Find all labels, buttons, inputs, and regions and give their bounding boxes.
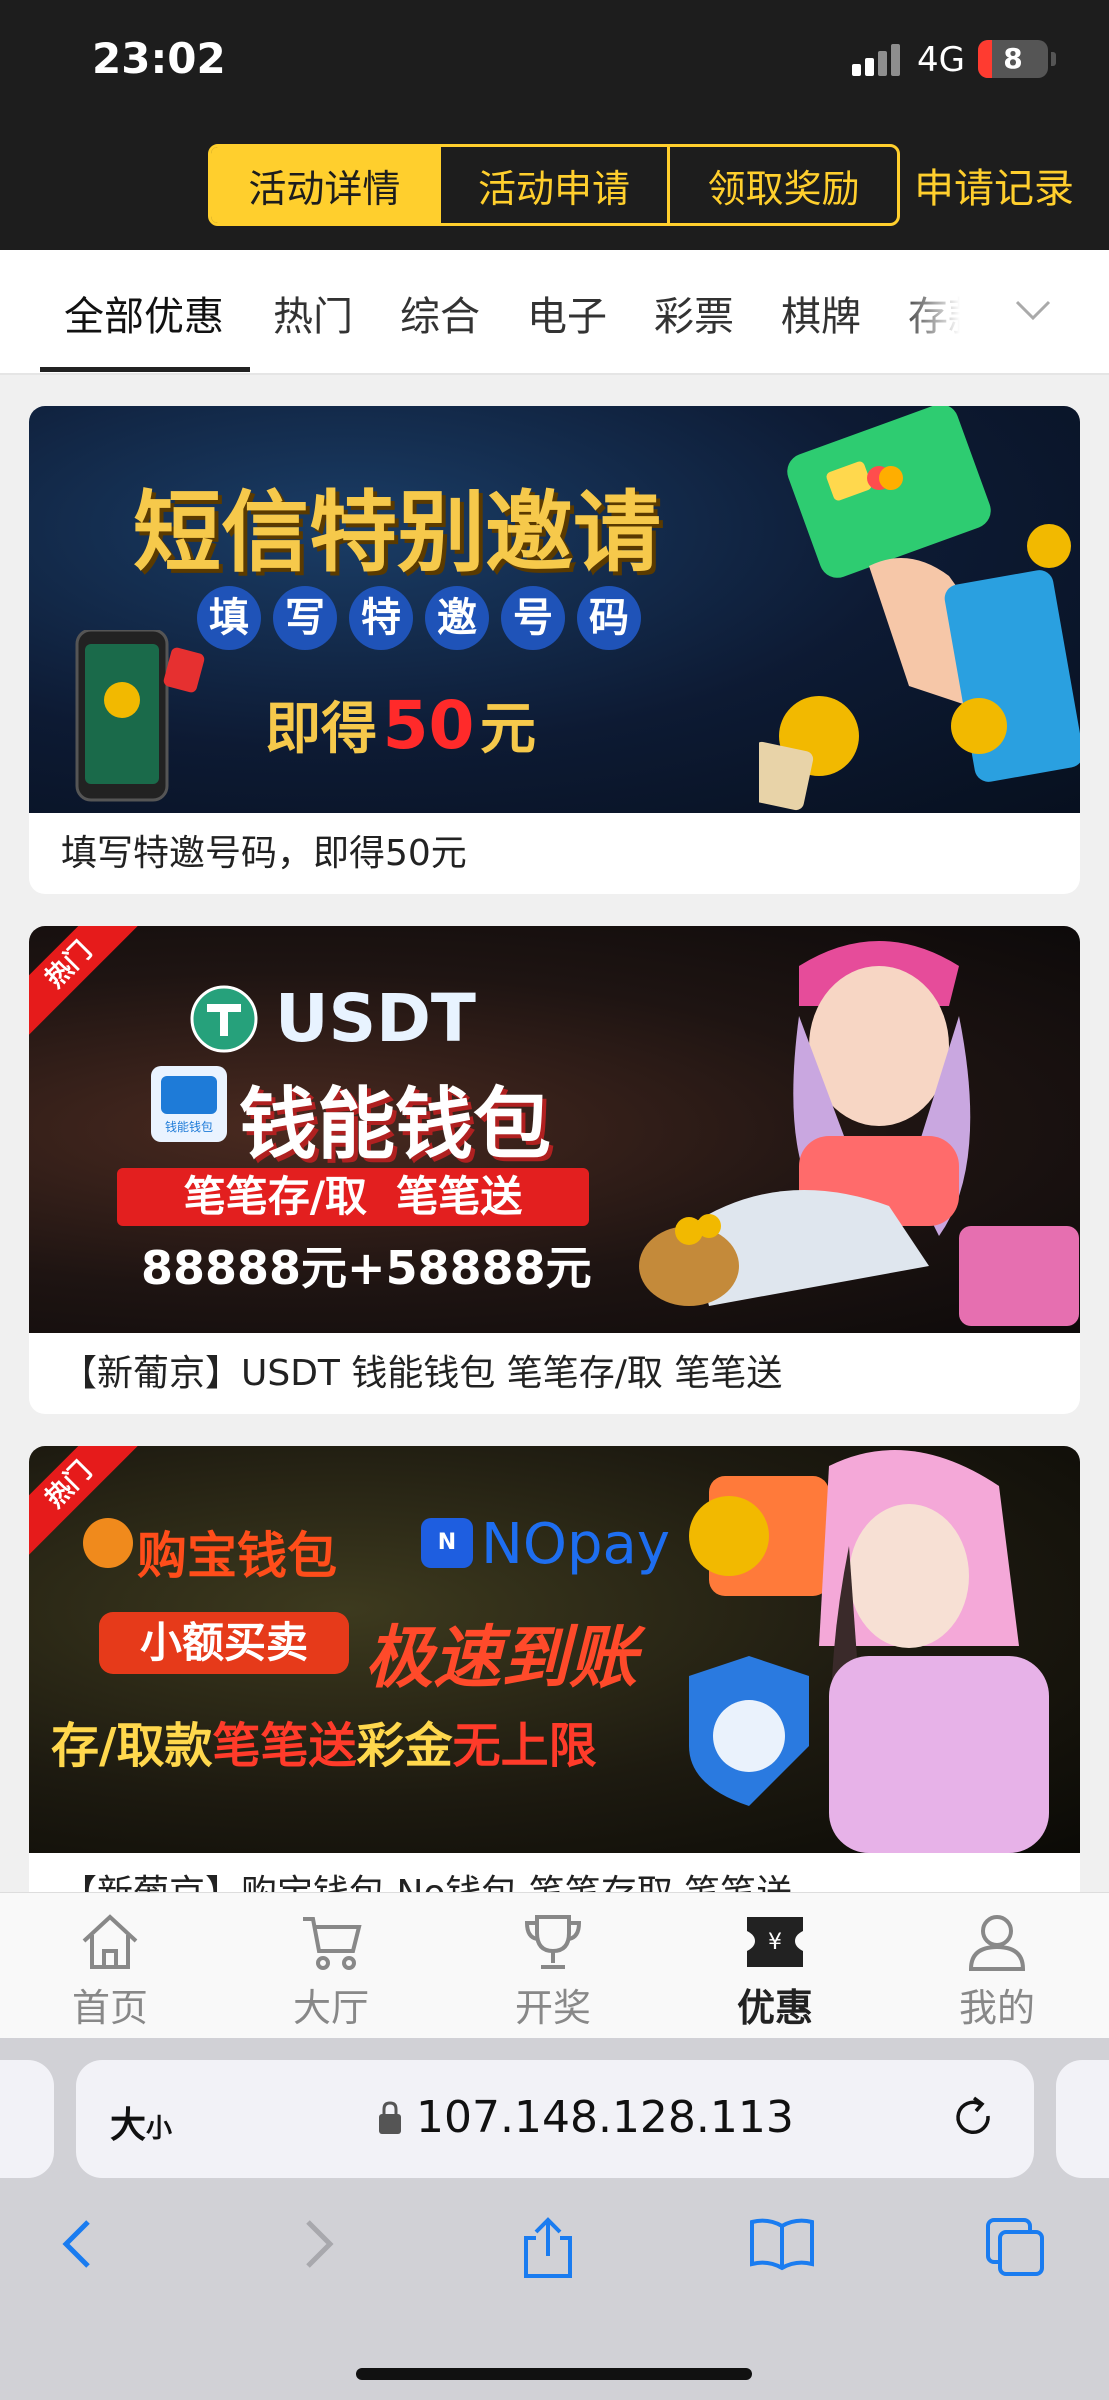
- network-label: 4G: [917, 40, 965, 80]
- home-indicator: [356, 2368, 752, 2380]
- promo-list: 短信特别邀请 填 写 特 邀 号 码 即得 50 元 填写特邀号码，即得50元 …: [0, 376, 1109, 1892]
- phone-illustration: [75, 630, 205, 802]
- text-size-button[interactable]: 大小: [110, 2096, 172, 2148]
- character-illustration: [639, 941, 1079, 1326]
- lock-icon: [379, 2101, 401, 2134]
- reload-icon[interactable]: [950, 2094, 998, 2144]
- user-icon: [968, 1915, 1026, 1971]
- svg-text:¥: ¥: [768, 1930, 782, 1955]
- segment-claim-reward[interactable]: 领取奖励: [670, 147, 897, 223]
- usdt-icon: [190, 985, 258, 1053]
- back-icon[interactable]: [56, 2216, 100, 2272]
- top-header: 23:02 4G 8 活动详情 活动申请 领取奖励 申请记录: [0, 0, 1109, 250]
- character-illustration: [689, 1450, 1049, 1853]
- segment-activity-details[interactable]: 活动详情: [211, 147, 441, 223]
- apply-record-link[interactable]: 申请记录: [914, 156, 1074, 214]
- banner-reward-line: 即得 50 元: [265, 687, 537, 764]
- tab-lottery[interactable]: 彩票: [654, 284, 734, 342]
- tab-hot[interactable]: 热门: [273, 284, 353, 342]
- active-tab-indicator: [40, 367, 250, 372]
- signal-icon: [852, 44, 902, 76]
- share-icon[interactable]: [520, 2216, 576, 2280]
- activity-segmented-control: 活动详情 活动申请 领取奖励: [208, 144, 900, 226]
- promo-banner[interactable]: 热门 购宝钱包 N NOpay 小额买卖 极速到账 存/取款笔笔送彩金无上限: [29, 1446, 1080, 1853]
- chevron-down-icon[interactable]: [1014, 298, 1052, 322]
- wallet-logo: 钱能钱包: [151, 1066, 227, 1142]
- forward-icon[interactable]: [296, 2216, 340, 2272]
- status-time: 23:02: [92, 34, 226, 83]
- card-hand-illustration: [759, 406, 1080, 811]
- banner-slogan: 极速到账: [365, 1619, 638, 1698]
- promo-caption: 填写特邀号码，即得50元: [61, 833, 467, 874]
- tab-general[interactable]: 综合: [400, 284, 480, 342]
- tab-electronic[interactable]: 电子: [527, 284, 607, 342]
- promo-caption: 【新葡京】购宝钱包 No钱包 笔笔存取 笔笔送: [61, 1864, 792, 1892]
- promo-caption: 【新葡京】USDT 钱能钱包 笔笔存/取 笔笔送: [61, 1353, 783, 1394]
- address-bar[interactable]: 大小 107.148.128.113: [76, 2060, 1034, 2178]
- gobao-logo-icon: [83, 1518, 133, 1568]
- banner-title-top: USDT: [275, 980, 476, 1057]
- banner-tag: 小额买卖: [99, 1612, 349, 1674]
- bottom-tab-bar: 首页 大厅 开奖 ¥ 优惠 我的: [0, 1892, 1109, 2038]
- cart-icon: [303, 1917, 362, 1970]
- promo-card[interactable]: 热门 购宝钱包 N NOpay 小额买卖 极速到账 存/取款笔笔送彩金无上限: [29, 1446, 1080, 1892]
- tab-lobby[interactable]: 大厅: [261, 1911, 401, 2032]
- banner-amount: 88888元+58888元: [141, 1241, 592, 1295]
- promo-banner[interactable]: 短信特别邀请 填 写 特 邀 号 码 即得 50 元: [29, 406, 1080, 813]
- url-text: 107.148.128.113: [416, 2092, 794, 2143]
- tab-all-promos[interactable]: 全部优惠: [64, 284, 224, 342]
- tab-promotions[interactable]: ¥ 优惠: [705, 1911, 845, 2032]
- home-icon: [82, 1914, 138, 1969]
- tabs-icon[interactable]: [984, 2216, 1048, 2276]
- brand-nopay: NOpay: [481, 1512, 670, 1577]
- bookmarks-icon[interactable]: [748, 2216, 816, 2272]
- ticket-icon: ¥: [747, 1917, 803, 1967]
- trophy-icon: [524, 1915, 582, 1969]
- category-tabs: 全部优惠 热门 综合 电子 彩票 棋牌 存款: [0, 250, 1109, 375]
- previous-tab-preview[interactable]: [0, 2060, 54, 2178]
- banner-title-main: 钱能钱包: [239, 1080, 552, 1170]
- nopay-logo-icon: N: [421, 1518, 473, 1568]
- hot-badge: 热门: [29, 926, 141, 1037]
- battery-icon: 8: [978, 40, 1056, 78]
- promo-card[interactable]: 短信特别邀请 填 写 特 邀 号 码 即得 50 元 填写特邀号码，即得50元: [29, 406, 1080, 894]
- brand-gobao: 购宝钱包: [137, 1527, 337, 1585]
- tab-chess[interactable]: 棋牌: [781, 284, 861, 342]
- promo-card[interactable]: 热门 USDT 钱能钱包 钱能钱包 笔笔存/取 笔笔送 88888元+58888…: [29, 926, 1080, 1414]
- status-bar: 23:02 4G 8: [0, 30, 1109, 90]
- banner-tag: 笔笔存/取 笔笔送: [117, 1168, 589, 1226]
- tab-profile[interactable]: 我的: [927, 1911, 1067, 2032]
- tab-lottery-results[interactable]: 开奖: [483, 1911, 623, 2032]
- tab-home[interactable]: 首页: [40, 1911, 180, 2032]
- banner-subtitle: 填 写 特 邀 号 码: [197, 586, 641, 650]
- segment-activity-apply[interactable]: 活动申请: [441, 147, 671, 223]
- banner-bonus-line: 存/取款笔笔送彩金无上限: [51, 1718, 597, 1774]
- promo-banner[interactable]: 热门 USDT 钱能钱包 钱能钱包 笔笔存/取 笔笔送 88888元+58888…: [29, 926, 1080, 1333]
- next-tab-preview[interactable]: [1056, 2060, 1109, 2178]
- browser-toolbar: 大小 107.148.128.113: [0, 2038, 1109, 2400]
- banner-title: 短信特别邀请: [133, 481, 662, 584]
- battery-level: 8: [1003, 42, 1023, 75]
